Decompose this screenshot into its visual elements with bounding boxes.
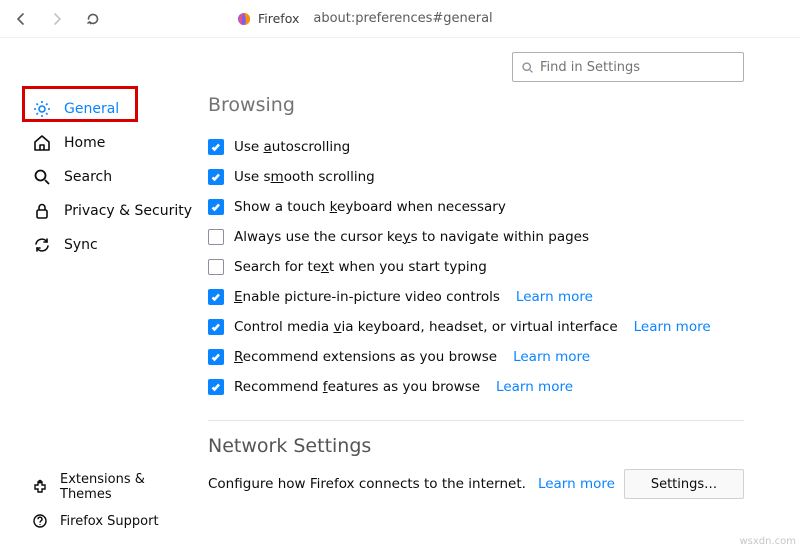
network-description: Configure how Firefox connects to the in… bbox=[208, 476, 526, 492]
learn-more-link[interactable]: Learn more bbox=[496, 379, 573, 395]
checkbox-label[interactable]: Enable picture-in-picture video controls bbox=[234, 289, 500, 305]
identity-label: Firefox bbox=[258, 11, 299, 26]
sync-icon bbox=[32, 235, 52, 255]
checkbox-row: Use smooth scrolling bbox=[208, 162, 744, 192]
checkbox-row: Show a touch keyboard when necessary bbox=[208, 192, 744, 222]
section-heading-browsing: Browsing bbox=[208, 94, 744, 116]
search-icon bbox=[521, 61, 534, 74]
checkbox[interactable] bbox=[208, 379, 224, 395]
gear-icon bbox=[32, 99, 52, 119]
sidebar-item-home[interactable]: Home bbox=[24, 126, 194, 160]
learn-more-link[interactable]: Learn more bbox=[516, 289, 593, 305]
sidebar-item-label: Search bbox=[64, 169, 112, 185]
search-placeholder: Find in Settings bbox=[540, 60, 640, 75]
question-icon bbox=[32, 513, 48, 529]
url-text[interactable]: about:preferences#general bbox=[313, 11, 492, 26]
section-heading-network: Network Settings bbox=[208, 435, 744, 457]
divider bbox=[208, 420, 744, 421]
sidebar-item-label: Privacy & Security bbox=[64, 203, 192, 219]
learn-more-link[interactable]: Learn more bbox=[513, 349, 590, 365]
checkbox[interactable] bbox=[208, 259, 224, 275]
checkbox[interactable] bbox=[208, 349, 224, 365]
checkbox-row: Control media via keyboard, headset, or … bbox=[208, 312, 744, 342]
checkbox-label[interactable]: Use autoscrolling bbox=[234, 139, 350, 155]
checkbox[interactable] bbox=[208, 199, 224, 215]
checkbox-label[interactable]: Recommend extensions as you browse bbox=[234, 349, 497, 365]
sidebar-item-label: Home bbox=[64, 135, 105, 151]
checkbox[interactable] bbox=[208, 289, 224, 305]
checkbox-row: Recommend extensions as you browse Learn … bbox=[208, 342, 744, 372]
checkbox-row: Enable picture-in-picture video controls… bbox=[208, 282, 744, 312]
forward-button[interactable] bbox=[44, 6, 70, 32]
checkbox-label[interactable]: Control media via keyboard, headset, or … bbox=[234, 319, 618, 335]
watermark: wsxdn.com bbox=[739, 536, 796, 547]
sidebar-item-label: General bbox=[64, 101, 119, 117]
checkbox[interactable] bbox=[208, 229, 224, 245]
sidebar-item-general[interactable]: General bbox=[24, 92, 194, 126]
checkbox[interactable] bbox=[208, 319, 224, 335]
checkbox-row: Search for text when you start typing bbox=[208, 252, 744, 282]
sidebar-item-label: Firefox Support bbox=[60, 514, 159, 529]
preferences-sidebar: General Home Search Privacy & Security S bbox=[0, 38, 208, 549]
checkbox[interactable] bbox=[208, 139, 224, 155]
sidebar-item-support[interactable]: Firefox Support bbox=[24, 507, 194, 535]
sidebar-item-extensions[interactable]: Extensions & Themes bbox=[24, 473, 194, 501]
back-button[interactable] bbox=[8, 6, 34, 32]
network-learn-more-link[interactable]: Learn more bbox=[538, 476, 615, 492]
preferences-main: Find in Settings Browsing Use autoscroll… bbox=[208, 38, 800, 549]
sidebar-item-search[interactable]: Search bbox=[24, 160, 194, 194]
puzzle-icon bbox=[32, 479, 48, 495]
checkbox-label[interactable]: Use smooth scrolling bbox=[234, 169, 375, 185]
checkbox-label[interactable]: Always use the cursor keys to navigate w… bbox=[234, 229, 589, 245]
reload-button[interactable] bbox=[80, 6, 106, 32]
search-icon bbox=[32, 167, 52, 187]
checkbox[interactable] bbox=[208, 169, 224, 185]
address-identity: Firefox about:preferences#general bbox=[236, 11, 493, 27]
sidebar-item-privacy[interactable]: Privacy & Security bbox=[24, 194, 194, 228]
sidebar-item-label: Extensions & Themes bbox=[60, 472, 194, 502]
checkbox-label[interactable]: Recommend features as you browse bbox=[234, 379, 480, 395]
network-settings-button[interactable]: Settings… bbox=[624, 469, 744, 499]
browser-toolbar: Firefox about:preferences#general bbox=[0, 0, 800, 38]
checkbox-row: Use autoscrolling bbox=[208, 132, 744, 162]
sidebar-item-label: Sync bbox=[64, 237, 98, 253]
firefox-icon bbox=[236, 11, 252, 27]
checkbox-label[interactable]: Search for text when you start typing bbox=[234, 259, 487, 275]
sidebar-item-sync[interactable]: Sync bbox=[24, 228, 194, 262]
home-icon bbox=[32, 133, 52, 153]
checkbox-row: Always use the cursor keys to navigate w… bbox=[208, 222, 744, 252]
checkbox-label[interactable]: Show a touch keyboard when necessary bbox=[234, 199, 506, 215]
learn-more-link[interactable]: Learn more bbox=[634, 319, 711, 335]
checkbox-row: Recommend features as you browse Learn mo… bbox=[208, 372, 744, 402]
search-input[interactable]: Find in Settings bbox=[512, 52, 744, 82]
lock-icon bbox=[32, 201, 52, 221]
